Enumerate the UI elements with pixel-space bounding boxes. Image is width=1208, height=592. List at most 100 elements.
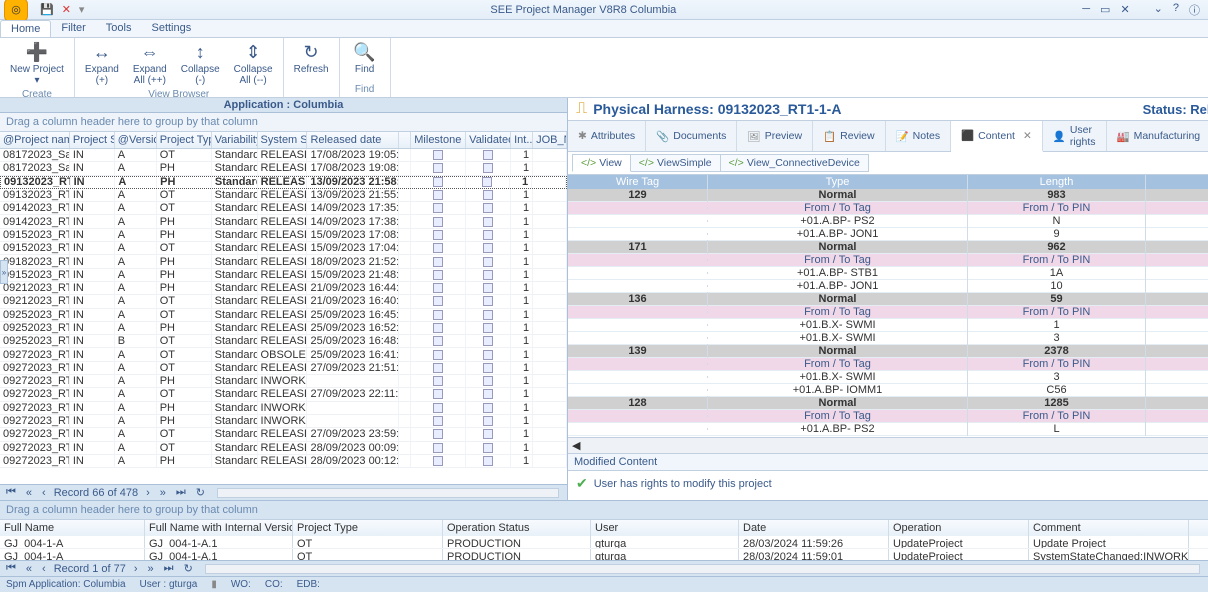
table-row[interactable]: 09212023_RT1INAOTStandardRELEASED21/09/2…: [0, 295, 567, 308]
subtab-viewsimple[interactable]: </>ViewSimple: [630, 154, 721, 172]
wire-grid-body[interactable]: 129Normal983From / To TagFrom / To PIN+0…: [568, 189, 1208, 437]
bcol-header[interactable]: Project Type: [293, 520, 443, 536]
table-row[interactable]: 09272023_RT4INAPHStandardRELEASED28/09/2…: [0, 455, 567, 468]
table-row[interactable]: 09272023_RT3INAOTStandardRELEASED27/09/2…: [0, 428, 567, 441]
col-header[interactable]: Project Stat..: [70, 132, 115, 148]
qat-save-icon[interactable]: 💾: [40, 3, 54, 16]
table-row[interactable]: 09152023_RT1INAOTStandardRELEASED15/09/2…: [0, 242, 567, 255]
table-row[interactable]: 09152023_RT2INAPHStandardRELEASED15/09/2…: [0, 269, 567, 282]
bcol-header[interactable]: Full Name: [0, 520, 145, 536]
tab-documents[interactable]: 📎Documents: [646, 121, 737, 151]
close-icon[interactable]: ✕: [1120, 3, 1129, 16]
tab-manufacturing[interactable]: 🏭Manufacturing: [1107, 121, 1208, 151]
menu-filter[interactable]: Filter: [51, 20, 95, 37]
col-header[interactable]: Released date: [307, 132, 399, 148]
table-row[interactable]: 09132023_RT1INAOTStandardRELEASED13/09/2…: [0, 189, 567, 202]
table-row[interactable]: 09272023_RT4INAOTStandardRELEASED28/09/2…: [0, 442, 567, 455]
modified-content-header[interactable]: Modified Content: [568, 453, 1208, 471]
col-header[interactable]: [399, 132, 411, 148]
info-icon[interactable]: ?: [1173, 2, 1179, 18]
about-icon[interactable]: ⓘ: [1189, 2, 1200, 18]
subtab-view[interactable]: </>View: [572, 154, 631, 172]
table-row[interactable]: 09142023_RT1INAPHStandardRELEASED14/09/2…: [0, 215, 567, 228]
col-header[interactable]: Milestone Ok: [411, 132, 466, 148]
col-header[interactable]: Project Type: [157, 132, 212, 148]
hscrollbar[interactable]: [217, 488, 559, 498]
tab-content[interactable]: ⬛Content✕: [951, 121, 1043, 152]
ribbon-collapse[interactable]: ↕Collapse(-): [177, 40, 224, 88]
bcol-header[interactable]: Date: [739, 520, 889, 536]
table-row[interactable]: 09252023_RT1INAOTStandardRELEASED25/09/2…: [0, 309, 567, 322]
bottom-grid-body[interactable]: GJ_004-1-AGJ_004-1-A.1OTPRODUCTIONgturga…: [0, 536, 1208, 560]
grid-header[interactable]: @Project name@Project Stat..@Version@Pro…: [0, 132, 567, 149]
tab-user rights[interactable]: 👤User rights: [1043, 121, 1107, 151]
table-row[interactable]: 09142023_RT1INAOTStandardRELEASED14/09/2…: [0, 202, 567, 215]
tab-attributes[interactable]: ✱Attributes: [568, 121, 646, 151]
table-row[interactable]: 09272023_RT1INAOTStandardOBSOLETE25/09/2…: [0, 348, 567, 361]
table-row[interactable]: 09252023_RT1INAPHStandardRELEASED25/09/2…: [0, 322, 567, 335]
bcol-header[interactable]: User: [591, 520, 739, 536]
col-header[interactable]: @Project name@: [0, 132, 70, 148]
table-row[interactable]: 09252023_RT1INBOTStandardRELEASED25/09/2…: [0, 335, 567, 348]
col-header[interactable]: Int..: [511, 132, 533, 148]
tab-review[interactable]: 📋Review: [813, 121, 886, 151]
bnav-nextpage-icon[interactable]: »: [146, 563, 156, 575]
tab-preview[interactable]: 🖼Preview: [737, 121, 813, 151]
col-header[interactable]: System Stat..: [258, 132, 308, 148]
table-row[interactable]: 09272023_RT2INAPHStandardINWORK1: [0, 402, 567, 415]
panel-expander[interactable]: »: [0, 260, 8, 284]
menu-settings[interactable]: Settings: [141, 20, 201, 37]
bnav-refresh-icon[interactable]: ↻: [182, 562, 195, 575]
table-row[interactable]: 09152023_RT1INAPHStandardRELEASED15/09/2…: [0, 229, 567, 242]
menu-tools[interactable]: Tools: [96, 20, 142, 37]
col-header[interactable]: Variability T..: [212, 132, 258, 148]
bcol-header[interactable]: Comment: [1029, 520, 1189, 536]
bnav-next-icon[interactable]: ›: [132, 563, 140, 575]
history-row[interactable]: GJ_004-1-AGJ_004-1-A.1OTPRODUCTIONgturga…: [0, 536, 1208, 549]
qat-close-icon[interactable]: ✕: [62, 3, 71, 16]
col-header[interactable]: Validated: [466, 132, 511, 148]
table-row[interactable]: 09182023_RT2INAPHStandardRELEASED18/09/2…: [0, 255, 567, 268]
table-row[interactable]: 09272023_RT1INAOTStandardRELEASED27/09/2…: [0, 362, 567, 375]
wire-row[interactable]: +01.A.BP- PS2L: [568, 423, 1208, 436]
nav-refresh-icon[interactable]: ↻: [194, 486, 207, 499]
menu-home[interactable]: Home: [0, 20, 51, 37]
grid-body[interactable]: 08172023_Sam_1INAOTStandardRELEASED17/08…: [0, 149, 567, 484]
subtab-view_connectivedevice[interactable]: </>View_ConnectiveDevice: [720, 154, 869, 172]
table-row[interactable]: 09272023_RT3INAPHStandardINWORK1: [0, 415, 567, 428]
table-row[interactable]: 08172023_Sam_1INAPHStandardRELEASED17/08…: [0, 162, 567, 175]
ribbon-find[interactable]: 🔍Find: [346, 40, 384, 77]
minimize-icon[interactable]: ─: [1082, 3, 1090, 16]
bottom-grid-header[interactable]: Full NameFull Name with Internal Version…: [0, 520, 1208, 536]
help-icon[interactable]: ⌄: [1154, 2, 1163, 18]
wire-hscroll[interactable]: ◀▶: [568, 437, 1208, 453]
table-row[interactable]: 09212023_RT1INAPHStandardRELEASED21/09/2…: [0, 282, 567, 295]
nav-prevpage-icon[interactable]: «: [24, 487, 34, 499]
ribbon-expand[interactable]: ⇔ExpandAll (++): [129, 40, 171, 88]
ribbon-expand[interactable]: ↔Expand(+): [81, 40, 123, 88]
ribbon-collapse[interactable]: ⇕CollapseAll (--): [230, 40, 277, 88]
bcol-header[interactable]: Operation: [889, 520, 1029, 536]
bnav-prev-icon[interactable]: ‹: [40, 563, 48, 575]
group-hint[interactable]: Drag a column header here to group by th…: [0, 113, 567, 132]
nav-first-icon[interactable]: ⏮: [4, 486, 18, 499]
bnav-last-icon[interactable]: ⏭: [162, 562, 176, 575]
history-row[interactable]: GJ_004-1-AGJ_004-1-A.1OTPRODUCTIONgturga…: [0, 549, 1208, 560]
wire-col-header[interactable]: Wire Tag: [568, 175, 708, 189]
table-row[interactable]: ▸09132023_RT1INAPHStandardRELEASED13/09/…: [0, 176, 567, 189]
col-header[interactable]: JOB_NAM: [533, 132, 567, 148]
tab-close-icon[interactable]: ✕: [1023, 130, 1032, 142]
restore-icon[interactable]: ▭: [1100, 3, 1110, 16]
table-row[interactable]: 09272023_RT2INAOTStandardRELEASED27/09/2…: [0, 388, 567, 401]
table-row[interactable]: 09272023_RT1INAPHStandardINWORK1: [0, 375, 567, 388]
bottom-hscrollbar[interactable]: [205, 564, 1200, 574]
ribbon-refresh[interactable]: ↻Refresh: [290, 40, 333, 77]
bcol-header[interactable]: Operation Status: [443, 520, 591, 536]
bnav-first-icon[interactable]: ⏮: [4, 562, 18, 575]
nav-prev-icon[interactable]: ‹: [40, 487, 48, 499]
bcol-header[interactable]: Full Name with Internal Version: [145, 520, 293, 536]
nav-next-icon[interactable]: ›: [144, 487, 152, 499]
nav-nextpage-icon[interactable]: »: [158, 487, 168, 499]
qat-dropdown-icon[interactable]: ▾: [79, 3, 85, 16]
nav-last-icon[interactable]: ⏭: [174, 486, 188, 499]
